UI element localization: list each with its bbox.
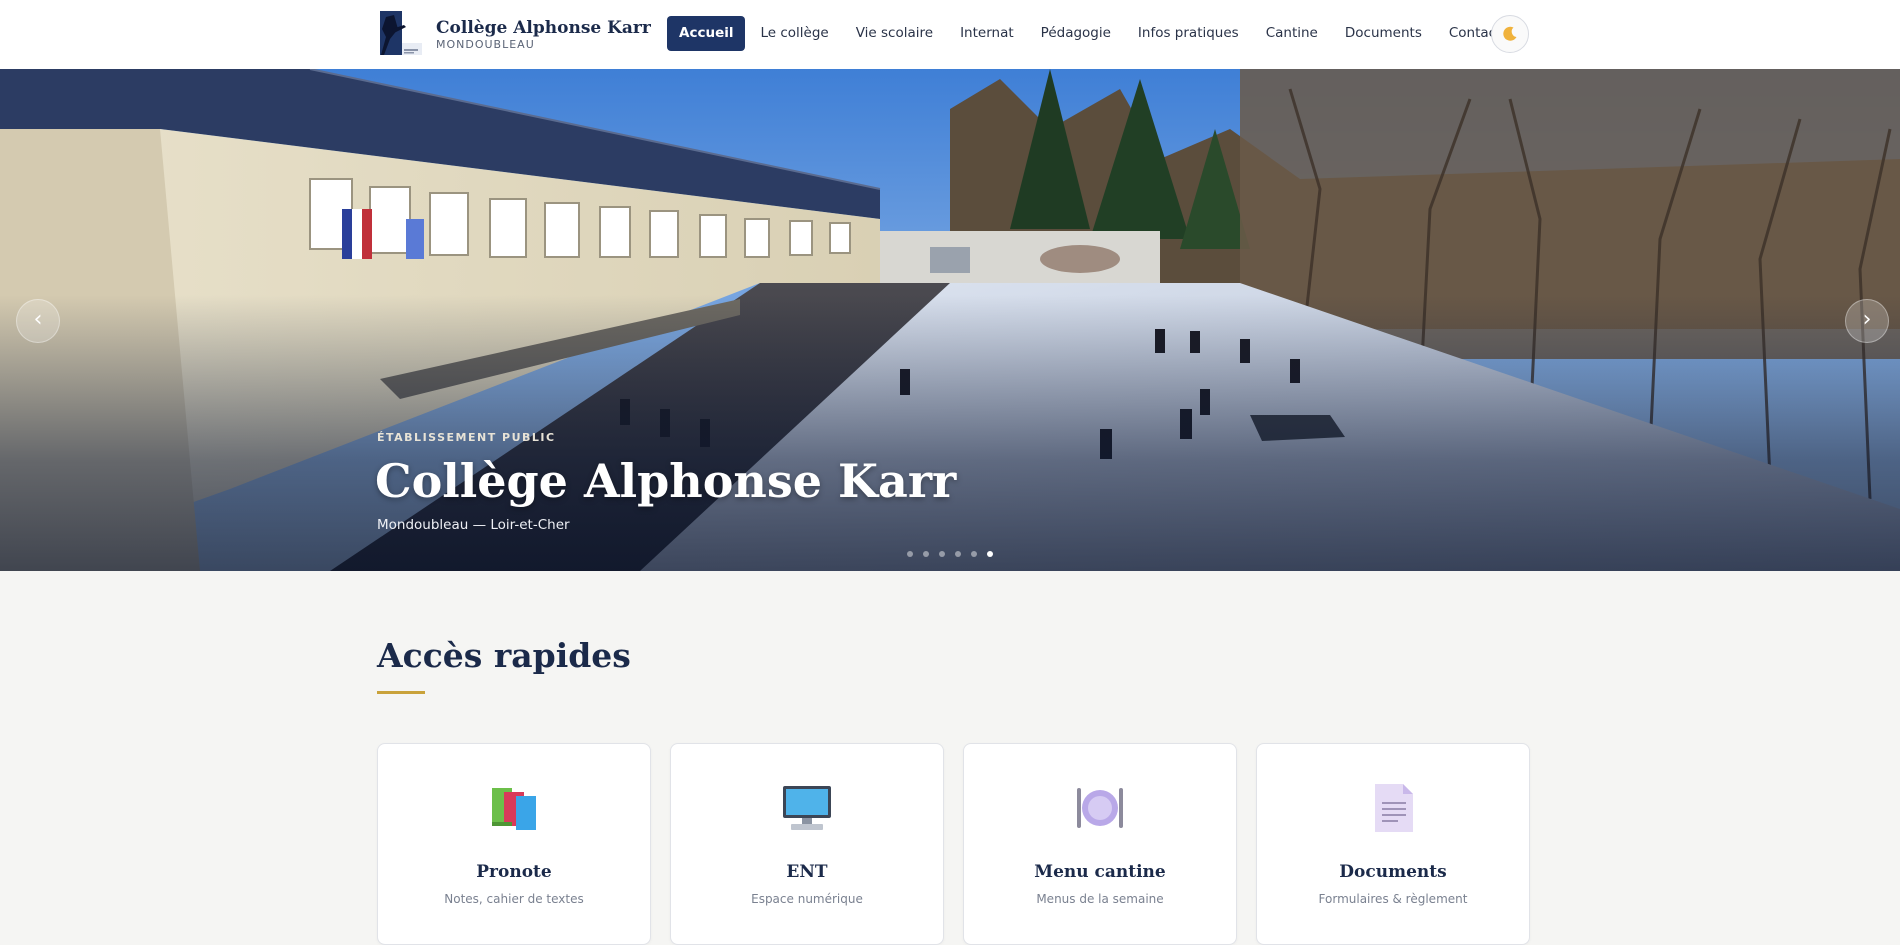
- nav-item-le-college[interactable]: Le collège: [748, 16, 840, 51]
- hero-title: Collège Alphonse Karr: [375, 454, 957, 508]
- nav-item-internat[interactable]: Internat: [948, 16, 1026, 51]
- hero-eyebrow: ÉTABLISSEMENT PUBLIC: [377, 431, 556, 444]
- document-icon: [1375, 784, 1413, 832]
- section-title-acces-rapides: Accès rapides: [377, 636, 631, 675]
- quick-card-menu-cantine[interactable]: Menu cantine Menus de la semaine: [963, 743, 1237, 945]
- quick-access-cards: Pronote Notes, cahier de textes ENT Espa…: [377, 743, 1530, 945]
- hero-subtitle: Mondoubleau — Loir-et-Cher: [377, 517, 570, 533]
- slider-next-button[interactable]: ›: [1845, 299, 1889, 343]
- nav-item-pedagogie[interactable]: Pédagogie: [1029, 16, 1123, 51]
- moon-icon: [1503, 26, 1517, 41]
- brand[interactable]: Collège Alphonse Karr MONDOUBLEAU: [376, 9, 651, 59]
- slider-prev-button[interactable]: ‹: [16, 299, 60, 343]
- card-description: Espace numérique: [751, 892, 863, 906]
- slider-dot-active[interactable]: [987, 551, 993, 557]
- books-icon: [492, 788, 536, 830]
- brand-subtitle: MONDOUBLEAU: [436, 37, 535, 51]
- quick-card-documents[interactable]: Documents Formulaires & règlement: [1256, 743, 1530, 945]
- quick-card-ent[interactable]: ENT Espace numérique: [670, 743, 944, 945]
- card-title: Documents: [1339, 862, 1447, 882]
- brand-name: Collège Alphonse Karr: [436, 17, 651, 38]
- computer-icon: [783, 786, 831, 830]
- quick-card-pronote[interactable]: Pronote Notes, cahier de textes: [377, 743, 651, 945]
- nav-item-accueil[interactable]: Accueil: [667, 16, 746, 51]
- nav-item-cantine[interactable]: Cantine: [1254, 16, 1330, 51]
- slider-dot[interactable]: [923, 551, 929, 557]
- card-title: ENT: [786, 862, 828, 882]
- card-description: Notes, cahier de textes: [444, 892, 584, 906]
- slider-dot[interactable]: [939, 551, 945, 557]
- college-logo: [380, 11, 422, 55]
- slider-dots: [907, 551, 1003, 557]
- main-nav: Accueil Le collège Vie scolaire Internat…: [667, 16, 1516, 51]
- card-description: Formulaires & règlement: [1318, 892, 1468, 906]
- card-description: Menus de la semaine: [1036, 892, 1164, 906]
- card-title: Pronote: [476, 862, 552, 882]
- slider-dot[interactable]: [971, 551, 977, 557]
- hero-slider: ÉTABLISSEMENT PUBLIC Collège Alphonse Ka…: [0, 69, 1900, 571]
- slider-dot[interactable]: [907, 551, 913, 557]
- nav-item-vie-scolaire[interactable]: Vie scolaire: [844, 16, 945, 51]
- section-title-underline: [377, 691, 425, 694]
- slider-dot[interactable]: [955, 551, 961, 557]
- card-title: Menu cantine: [1034, 862, 1166, 882]
- nav-item-infos-pratiques[interactable]: Infos pratiques: [1126, 16, 1251, 51]
- plate-cutlery-icon: [1077, 788, 1123, 828]
- site-header: Collège Alphonse Karr MONDOUBLEAU Accuei…: [0, 0, 1900, 70]
- nav-item-documents[interactable]: Documents: [1333, 16, 1434, 51]
- theme-toggle-button[interactable]: [1491, 15, 1529, 53]
